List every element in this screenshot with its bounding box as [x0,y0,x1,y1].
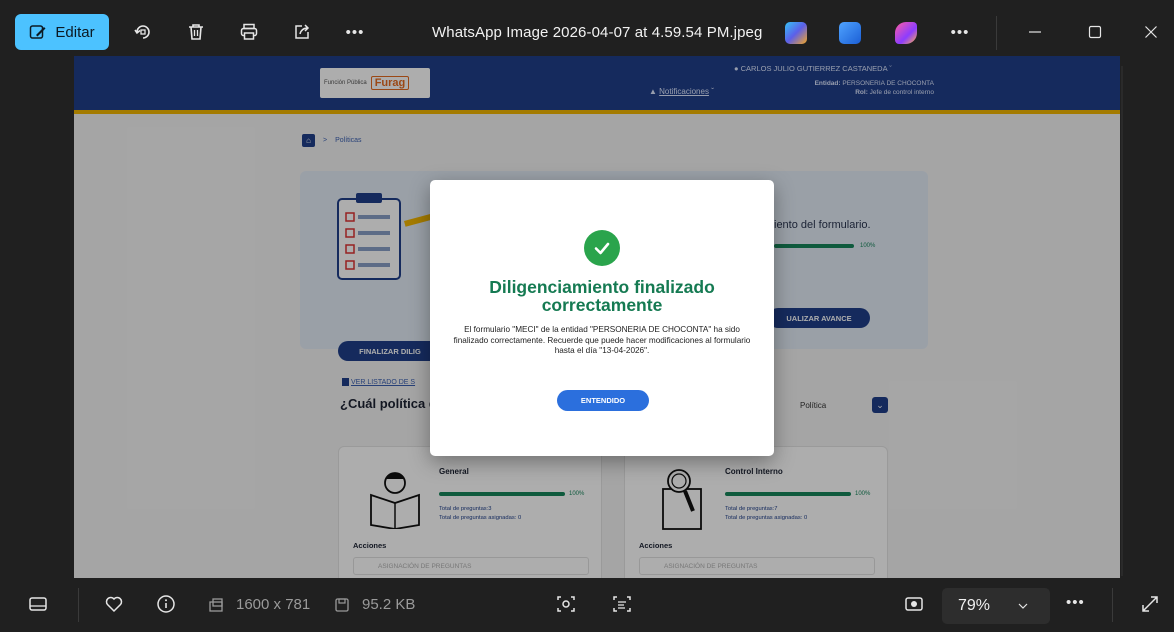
status-divider [78,588,79,622]
copilot-icon[interactable] [785,22,807,44]
file-size: 95.2 KB [362,596,416,613]
filmstrip-button[interactable] [28,594,48,619]
edit-button-label: Editar [55,23,95,41]
status-divider [1112,588,1113,622]
viewer-left-margin [0,66,74,578]
printer-icon [240,23,258,40]
check-circle-icon [584,230,620,266]
toolbar-divider [996,16,997,50]
share-icon [295,24,310,39]
fit-screen-icon [905,597,923,611]
close-button[interactable] [1136,14,1166,50]
file-title: WhatsApp Image 2026-04-07 at 4.59.54 PM.… [432,24,763,41]
zoom-level: 79% [958,597,991,614]
vertical-scrollbar[interactable] [1121,66,1123,576]
image-canvas[interactable]: Función Pública Furag ● CARLOS JULIO GUT… [74,56,1120,578]
expand-icon [1142,596,1158,612]
rotate-button[interactable] [128,14,158,50]
more-options-button[interactable]: ••• [340,14,370,50]
resolution-icon [208,597,224,618]
clipchamp-icon[interactable] [895,22,917,44]
rotate-icon [134,25,150,39]
dialog-title: Diligenciamiento finalizado correctament… [489,277,715,316]
more-apps-button[interactable]: ••• [945,14,975,50]
fullscreen-button[interactable] [1140,594,1160,619]
more-view-options-button[interactable]: ••• [1066,594,1085,611]
designer-icon[interactable] [839,22,861,44]
image-dimensions: 1600 x 781 [236,596,311,613]
close-icon [1145,26,1157,38]
dialog-message: El formulario "MECI" de la entidad "PERS… [453,325,751,356]
visual-search-button[interactable] [556,594,576,619]
photos-viewer-window: Editar ••• WhatsApp Image 2026-04-07 at … [0,0,1174,632]
success-dialog: Diligenciamiento finalizado correctament… [430,180,774,456]
filmstrip-icon [29,597,47,611]
extract-text-button[interactable] [612,594,632,619]
understood-button[interactable]: ENTENDIDO [557,390,649,411]
info-icon [157,595,175,613]
heart-icon [105,596,123,613]
visual-search-icon [557,596,575,612]
save-disk-icon [334,597,350,618]
print-button[interactable] [234,14,264,50]
minimize-icon [1029,31,1041,33]
favorite-button[interactable] [104,594,124,619]
share-button[interactable] [287,14,317,50]
edit-button[interactable]: Editar [15,14,109,50]
fit-to-window-button[interactable] [904,594,924,619]
maximize-icon [1088,25,1102,39]
maximize-button[interactable] [1080,14,1110,50]
bottom-status-bar: 1600 x 781 95.2 KB 79% ••• [0,578,1174,632]
file-info-button[interactable] [156,594,176,619]
chevron-down-icon [1018,603,1028,609]
delete-button[interactable] [181,14,211,50]
text-scan-icon [613,596,631,612]
trash-icon [189,24,203,40]
zoom-dropdown[interactable]: 79% [942,588,1050,624]
minimize-button[interactable] [1020,14,1050,50]
edit-image-icon [30,25,46,39]
